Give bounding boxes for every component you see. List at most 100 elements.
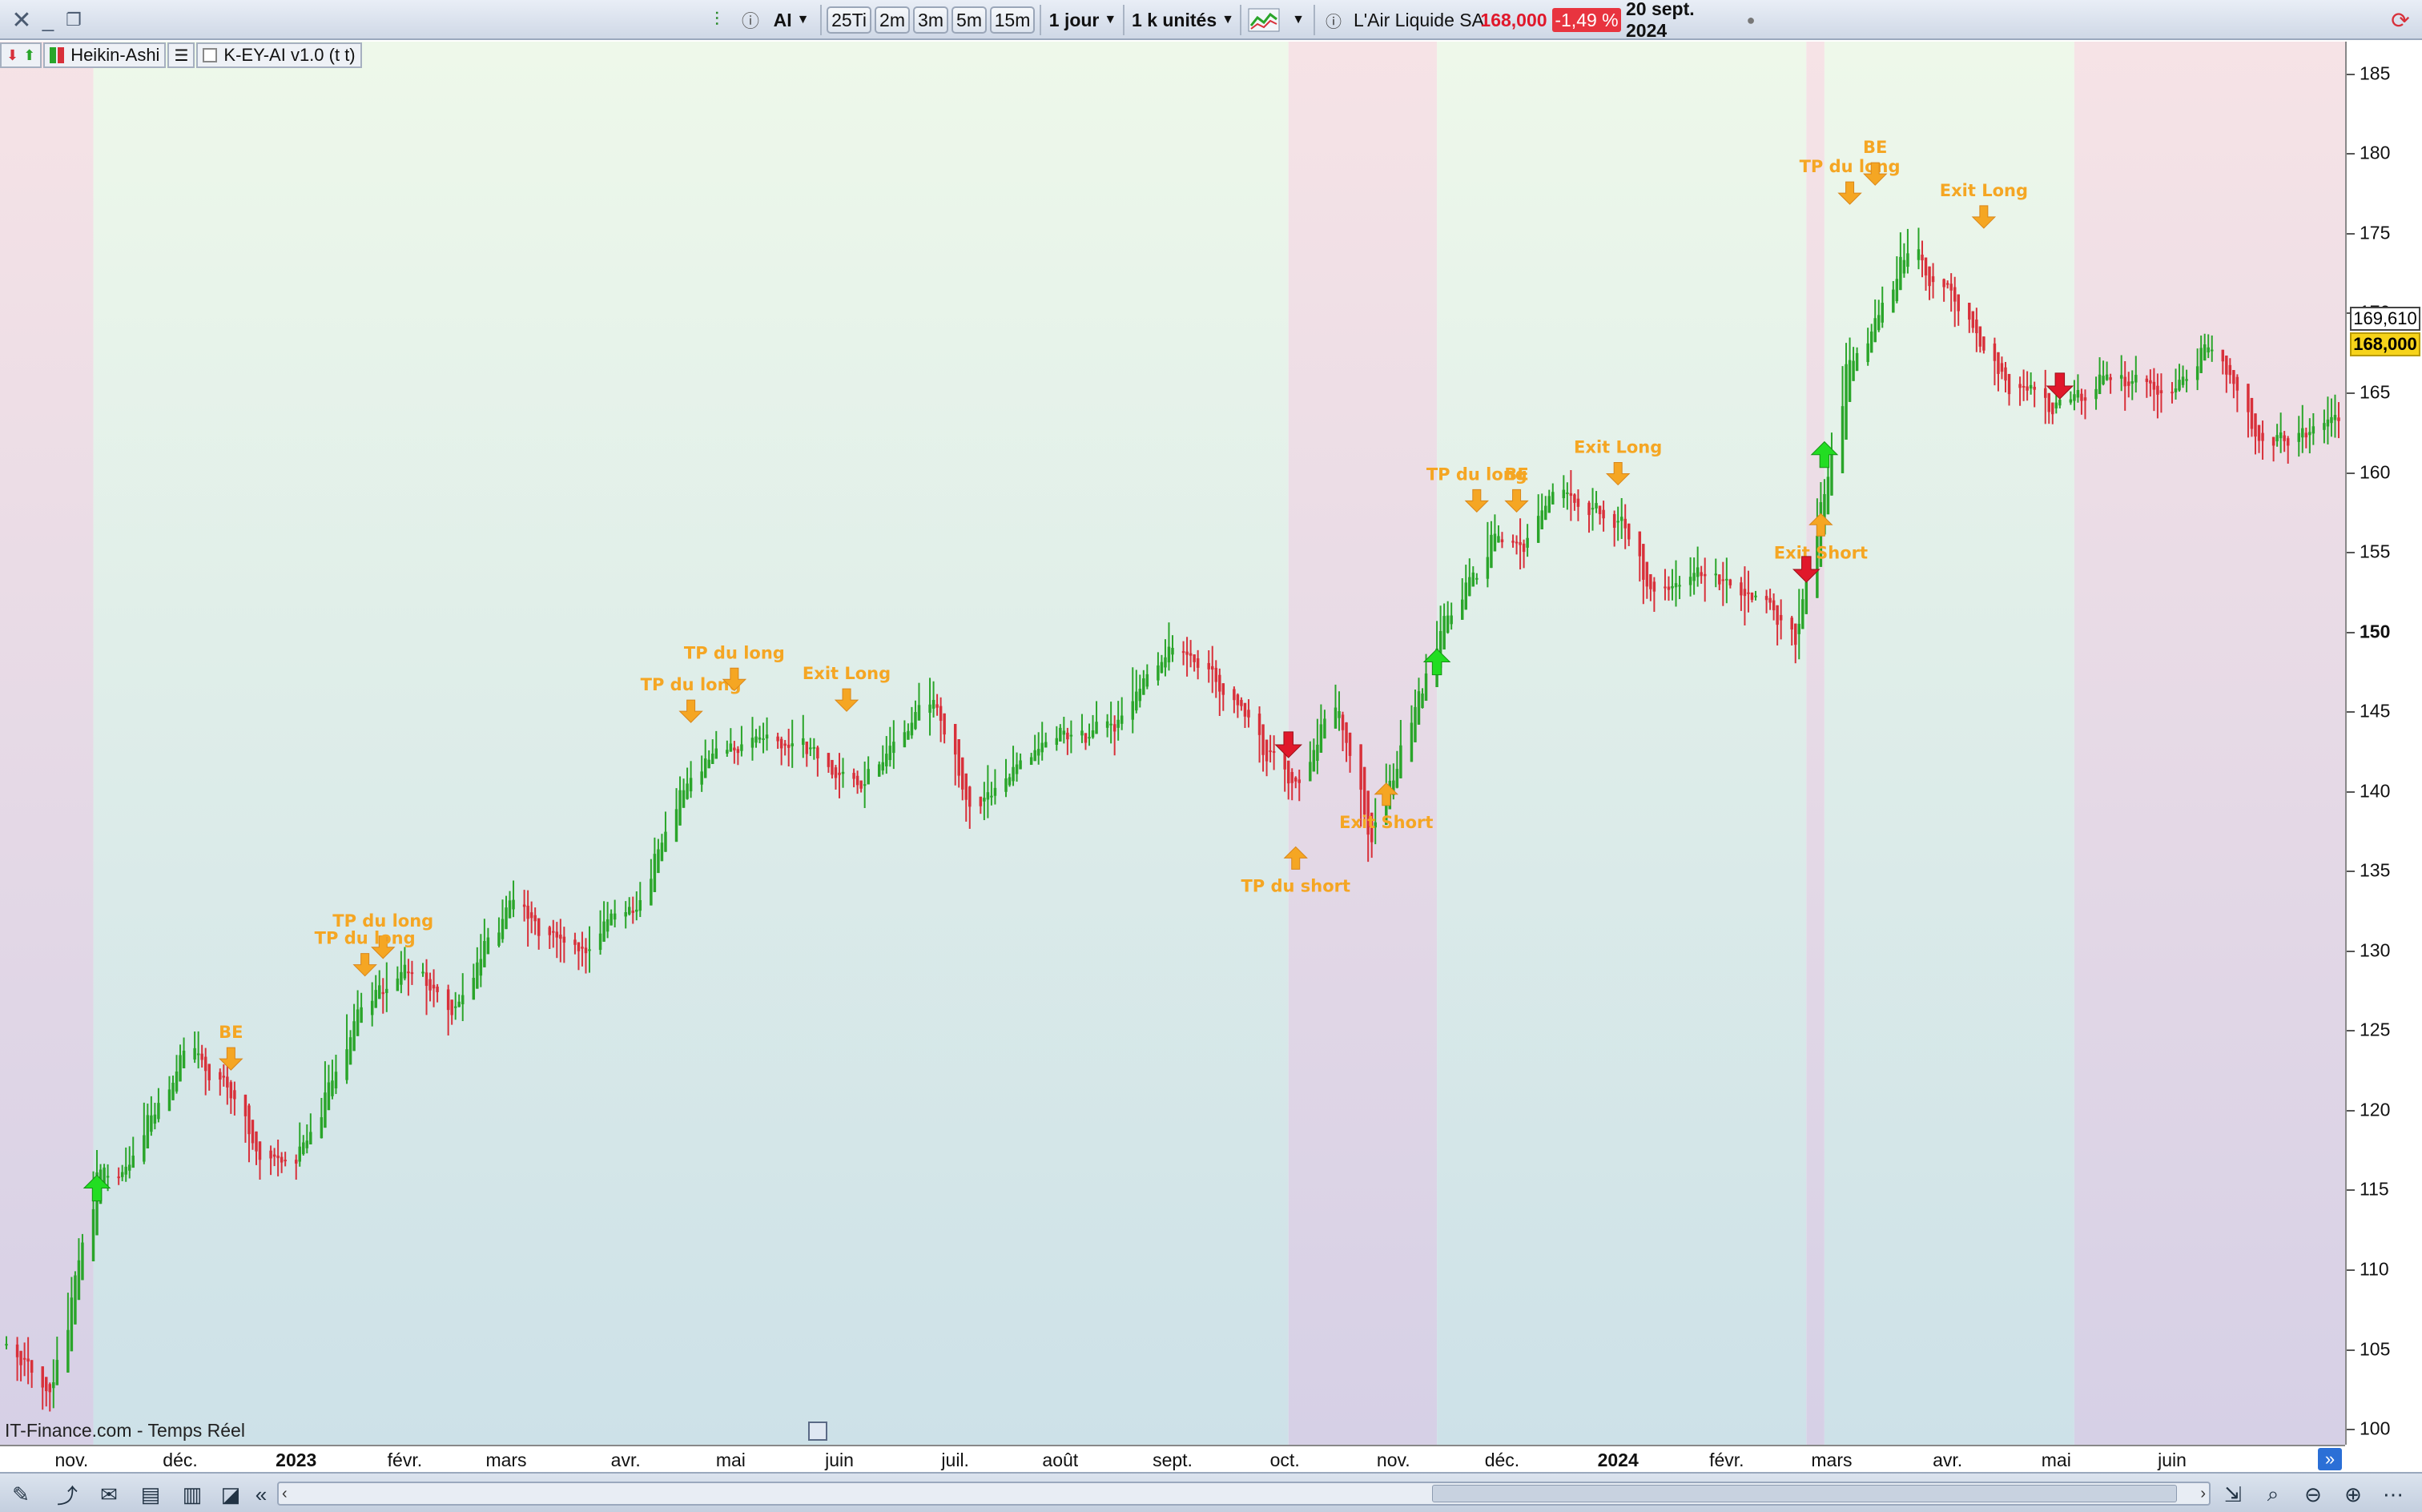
time-scrollbar[interactable]: ‹ › — [277, 1482, 2211, 1506]
ticker-select[interactable]: AI ▼ — [769, 6, 814, 34]
candle-body — [2247, 384, 2250, 412]
candle-body — [765, 734, 769, 739]
candle-body — [729, 743, 733, 752]
close-icon[interactable]: ✕ — [8, 6, 35, 34]
more-icon[interactable]: ⋯ — [2379, 1480, 2408, 1509]
bull-zone — [1824, 42, 2074, 1445]
interval-25ti-button[interactable]: 25Ti — [827, 6, 871, 34]
chat-icon[interactable]: ✉ — [95, 1480, 123, 1509]
red-candle-icon — [58, 47, 65, 63]
x-tick-label: 2024 — [1597, 1450, 1639, 1470]
candle-body — [1776, 605, 1779, 625]
chart-style-label: Heikin-Ashi — [70, 45, 160, 65]
time-axis[interactable]: nov. déc. 2023 févr. mars avr. mai juin juil. aoû… — [0, 1445, 2345, 1472]
candle-body — [1779, 614, 1783, 621]
indicator-icon[interactable]: ▤ — [136, 1480, 165, 1509]
candle-body — [2257, 424, 2261, 441]
chevron-down-icon[interactable]: ▼ — [1288, 6, 1309, 34]
candle-body — [762, 738, 765, 741]
candle-body — [407, 971, 410, 974]
double-chevron-left-icon[interactable]: « — [251, 1480, 271, 1509]
candle-body — [1069, 734, 1073, 737]
scroll-right-icon[interactable]: › — [2200, 1485, 2206, 1503]
price-chart[interactable]: BE TP du long TP du long TP du long TP du lo… — [0, 42, 2345, 1445]
zoom-in-icon[interactable]: ⊕ — [2339, 1480, 2368, 1509]
candle-body — [522, 904, 526, 907]
interval-5m-button[interactable]: 5m — [952, 6, 987, 34]
bar-chart-icon[interactable]: ▥ — [178, 1480, 207, 1509]
candle-body — [1928, 266, 1931, 287]
candle-body — [1917, 249, 1921, 260]
chart-type-icon[interactable] — [1246, 6, 1281, 34]
candle-style-icon[interactable]: ⫶ — [705, 6, 729, 34]
candle-body — [193, 1048, 196, 1060]
candle-body — [1345, 722, 1348, 743]
candle-body — [2156, 385, 2159, 395]
restore-icon[interactable]: ❐ — [62, 6, 85, 34]
info-marker-icon[interactable]: ⓘ — [740, 6, 761, 34]
auto-scale-icon[interactable]: ⇲ — [2219, 1480, 2247, 1509]
scroll-to-end-icon[interactable]: » — [2318, 1448, 2342, 1470]
candle-body — [385, 988, 388, 994]
candle-body — [446, 989, 450, 1011]
candle-body — [552, 931, 555, 933]
y-tick-mark — [2347, 790, 2355, 793]
scroll-left-icon[interactable]: ‹ — [282, 1485, 288, 1503]
info-icon[interactable]: ⓘ — [1322, 6, 1346, 34]
price-axis[interactable]: 1851801751701651601551501451401351301251… — [2345, 42, 2422, 1445]
candle-body — [917, 705, 921, 721]
period-select[interactable]: 1 jour ▼ — [1044, 6, 1121, 34]
interval-3m-button[interactable]: 3m — [913, 6, 948, 34]
scrollbar-thumb[interactable] — [1432, 1485, 2177, 1502]
candle-body — [2130, 380, 2134, 384]
buy-arrow-icon: ⬆ — [23, 46, 36, 63]
y-tick-mark — [2347, 1429, 2355, 1431]
indicator-chip[interactable]: K-EY-AI v1.0 (t t) — [196, 42, 362, 68]
candle-body — [711, 754, 714, 764]
interval-15m-button[interactable]: 15m — [990, 6, 1035, 34]
candle-body — [529, 912, 533, 919]
candle-body — [334, 1072, 338, 1089]
heikin-ashi-chip[interactable]: Heikin-Ashi — [43, 42, 167, 68]
candle-body — [1830, 451, 1833, 496]
candle-body — [555, 931, 559, 938]
candle-body — [1211, 666, 1214, 670]
y-tick-label: 160 — [2360, 461, 2391, 483]
candle-body — [657, 849, 660, 874]
chart-style-chip[interactable]: ⬇ ⬆ — [0, 42, 42, 68]
candle-body — [1417, 691, 1421, 725]
candle-body — [370, 1000, 374, 1015]
checkbox[interactable] — [203, 48, 218, 62]
refresh-icon[interactable]: ⟳ — [2387, 6, 2414, 34]
candle-body — [1598, 505, 1602, 515]
candle-body — [15, 1344, 19, 1357]
interval-2m-button[interactable]: 2m — [875, 6, 910, 34]
candle-body — [1442, 616, 1446, 649]
candle-body — [70, 1297, 74, 1352]
x-tick-label: mars — [1811, 1450, 1853, 1470]
candle-body — [171, 1083, 175, 1100]
minimize-icon[interactable]: _ — [37, 6, 59, 34]
draw-tool-icon[interactable]: ✎ — [6, 1480, 35, 1509]
candle-body — [483, 941, 486, 967]
candle-body — [1602, 509, 1605, 519]
candle-body — [1649, 573, 1652, 589]
candle-body — [453, 1006, 457, 1008]
zoom-out-icon[interactable]: ⊖ — [2299, 1480, 2327, 1509]
compare-icon[interactable]: ◪ — [216, 1480, 245, 1509]
candle-body — [2235, 376, 2239, 391]
candle-body — [1544, 505, 1547, 521]
zoom-fit-icon[interactable]: ⌕ — [2259, 1480, 2287, 1509]
candle-body — [150, 1115, 153, 1132]
candle-body — [964, 773, 968, 800]
units-select[interactable]: 1 k unités ▼ — [1128, 6, 1238, 34]
share-icon[interactable]: ⤴ — [53, 1480, 82, 1509]
x-tick-label: oct. — [1269, 1450, 1300, 1470]
status-dot-icon: ● — [1746, 11, 1756, 28]
candle-body — [2283, 435, 2286, 441]
candle-body — [1551, 492, 1555, 505]
indicator-list-button[interactable]: ☰ — [167, 42, 195, 68]
candle-body — [1004, 778, 1008, 792]
candle-body — [472, 977, 476, 1000]
candle-body — [276, 1156, 280, 1159]
